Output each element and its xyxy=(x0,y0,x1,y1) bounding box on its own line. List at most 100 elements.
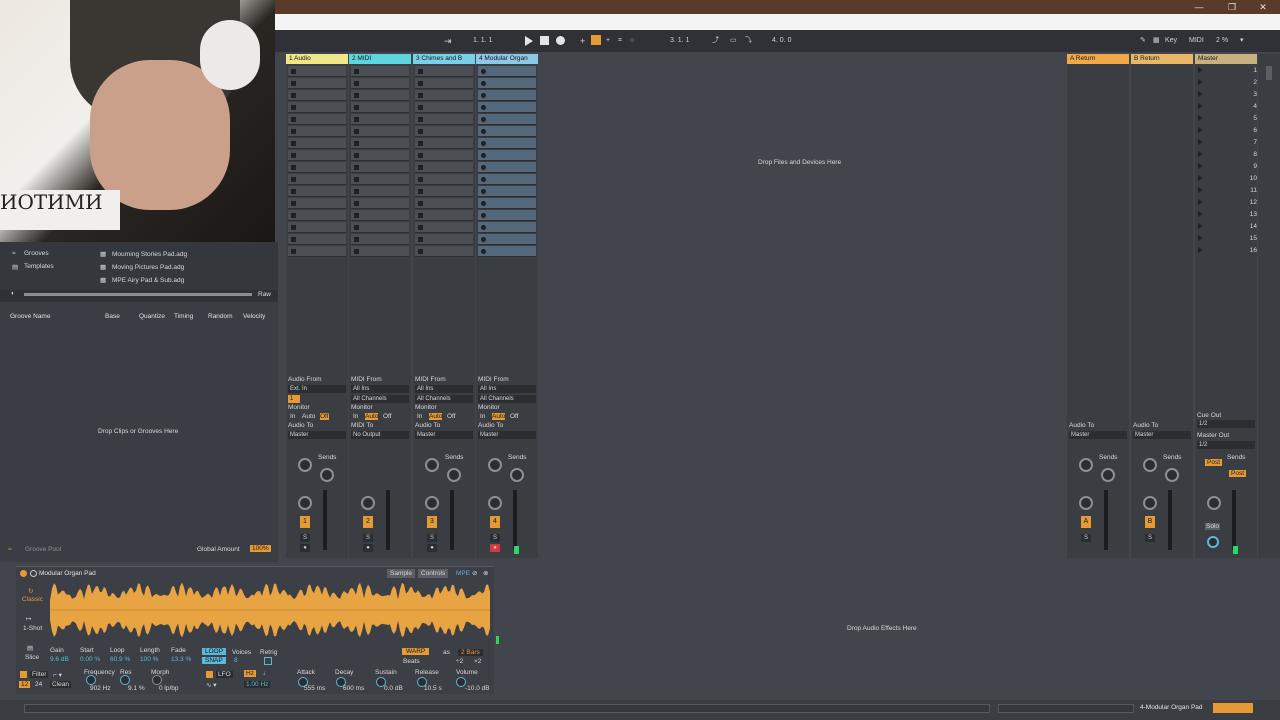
arm-button[interactable]: ● xyxy=(363,544,373,552)
clip-slot[interactable] xyxy=(351,138,409,149)
clip-stop-icon[interactable] xyxy=(418,165,423,170)
scene-launch-icon[interactable] xyxy=(1198,187,1203,193)
scene-launch-icon[interactable] xyxy=(1198,67,1203,73)
double-button[interactable]: ×2 xyxy=(474,658,481,665)
scene-number[interactable]: 2 xyxy=(1243,79,1257,86)
input-type-select[interactable]: All Ins xyxy=(415,385,473,393)
scene-number[interactable]: 12 xyxy=(1243,199,1257,206)
raw-button[interactable]: Raw xyxy=(258,291,271,298)
clip-slot[interactable] xyxy=(478,186,536,197)
output-type-select[interactable]: Master xyxy=(1069,431,1127,439)
filter-toggle[interactable] xyxy=(20,671,27,678)
punch-out-icon[interactable]: ⤵ xyxy=(745,35,752,47)
clip-stop-icon[interactable] xyxy=(418,93,423,98)
pan-knob[interactable] xyxy=(1143,496,1157,510)
input-channel-select[interactable]: 1 xyxy=(288,395,300,403)
clip-stop-icon[interactable] xyxy=(354,117,359,122)
pan-knob[interactable] xyxy=(361,496,375,510)
clip-stop-icon[interactable] xyxy=(418,105,423,110)
clip-slot[interactable] xyxy=(415,102,473,113)
clip-stop-icon[interactable] xyxy=(418,117,423,122)
clip-slot[interactable] xyxy=(478,234,536,245)
input-channel-select[interactable]: All Channels xyxy=(351,395,409,403)
clip-stop-icon[interactable] xyxy=(481,141,486,146)
clip-stop-icon[interactable] xyxy=(354,213,359,218)
clip-stop-icon[interactable] xyxy=(354,81,359,86)
pan-knob[interactable] xyxy=(1079,496,1093,510)
device-fold-icon[interactable] xyxy=(30,570,37,577)
scene-launch-icon[interactable] xyxy=(1198,127,1203,133)
track-activator-button[interactable]: 1 xyxy=(300,516,310,528)
clip-stop-icon[interactable] xyxy=(291,249,296,254)
clip-slot[interactable] xyxy=(415,210,473,221)
scene-number[interactable]: 11 xyxy=(1243,187,1257,194)
monitor-auto-button[interactable]: Auto xyxy=(302,413,315,420)
clip-stop-icon[interactable] xyxy=(291,69,296,74)
scene-launch-icon[interactable] xyxy=(1198,247,1203,253)
clip-stop-icon[interactable] xyxy=(481,105,486,110)
input-channel-select[interactable]: All Channels xyxy=(478,395,536,403)
send-a-knob[interactable] xyxy=(488,458,502,472)
post-button[interactable]: Post xyxy=(1205,459,1223,466)
track-activator-button[interactable]: 4 xyxy=(490,516,500,528)
clip-stop-icon[interactable] xyxy=(418,201,423,206)
loop-length-display[interactable]: 4. 0. 0 xyxy=(772,35,791,47)
volume-fader[interactable] xyxy=(513,490,517,550)
input-channel-select[interactable]: All Channels xyxy=(415,395,473,403)
clip-stop-icon[interactable] xyxy=(481,81,486,86)
clip-stop-icon[interactable] xyxy=(291,153,296,158)
tab-mpe[interactable]: MPE xyxy=(456,570,470,577)
clip-stop-icon[interactable] xyxy=(481,129,486,134)
clip-stop-icon[interactable] xyxy=(291,189,296,194)
clip-slot[interactable] xyxy=(478,138,536,149)
clip-stop-icon[interactable] xyxy=(481,69,486,74)
key-map-button[interactable]: Key xyxy=(1165,35,1177,47)
clip-slot[interactable] xyxy=(415,126,473,137)
minimize-button[interactable]: — xyxy=(1192,1,1206,13)
clip-slot[interactable] xyxy=(288,246,346,257)
scene-number[interactable]: 15 xyxy=(1243,235,1257,242)
scene-launch-icon[interactable] xyxy=(1198,211,1203,217)
sample-waveform[interactable] xyxy=(50,580,490,640)
clip-stop-icon[interactable] xyxy=(481,237,486,242)
param-value[interactable]: 9.6 dB xyxy=(50,656,69,663)
output-type-select[interactable]: Master xyxy=(1133,431,1191,439)
clip-slot[interactable] xyxy=(415,234,473,245)
master-out-select[interactable]: 1/2 xyxy=(1197,441,1255,449)
voices-value[interactable]: 8 xyxy=(234,657,238,664)
track-activator-button[interactable]: 2 xyxy=(363,516,373,528)
clip-stop-icon[interactable] xyxy=(481,177,486,182)
send-b-knob[interactable] xyxy=(1165,468,1179,482)
scene-launch-icon[interactable] xyxy=(1198,175,1203,181)
clip-stop-icon[interactable] xyxy=(291,141,296,146)
clip-stop-icon[interactable] xyxy=(354,177,359,182)
scene-number[interactable]: 10 xyxy=(1243,175,1257,182)
mode-slice-icon[interactable]: ▤ xyxy=(27,644,33,652)
clip-stop-icon[interactable] xyxy=(291,81,296,86)
pan-knob[interactable] xyxy=(488,496,502,510)
solo-button[interactable]: S xyxy=(427,534,437,542)
clip-slot[interactable] xyxy=(288,234,346,245)
clip-slot[interactable] xyxy=(351,210,409,221)
clip-slot[interactable] xyxy=(478,90,536,101)
clip-stop-icon[interactable] xyxy=(354,165,359,170)
track-activator-button[interactable]: 3 xyxy=(427,516,437,528)
clip-stop-icon[interactable] xyxy=(354,189,359,194)
clip-slot[interactable] xyxy=(415,162,473,173)
clip-slot[interactable] xyxy=(478,114,536,125)
clip-slot[interactable] xyxy=(415,174,473,185)
monitor-off-button[interactable]: Off xyxy=(447,413,456,420)
clip-slot[interactable] xyxy=(478,150,536,161)
clip-slot[interactable] xyxy=(415,222,473,233)
param-value[interactable]: 100 % xyxy=(140,656,158,663)
monitor-off-button[interactable]: Off xyxy=(320,413,329,420)
retrig-toggle[interactable] xyxy=(264,657,272,665)
arm-button[interactable]: ● xyxy=(490,544,500,552)
clip-slot[interactable] xyxy=(351,66,409,77)
clip-stop-icon[interactable] xyxy=(481,213,486,218)
clip-stop-icon[interactable] xyxy=(354,237,359,242)
track-header[interactable]: 1 Audio xyxy=(286,54,348,64)
clip-slot[interactable] xyxy=(415,198,473,209)
clip-slot[interactable] xyxy=(288,174,346,185)
clip-stop-icon[interactable] xyxy=(481,249,486,254)
